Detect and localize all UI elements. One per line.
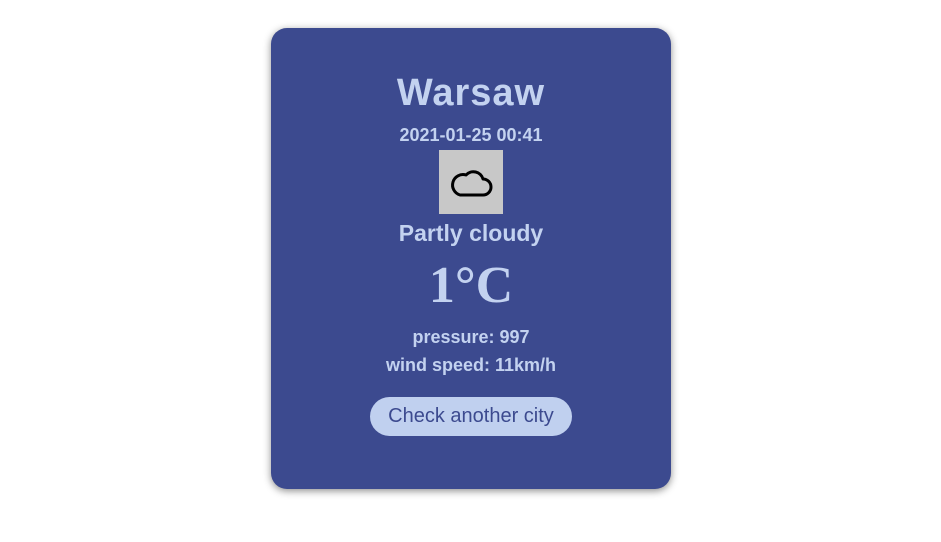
city-name: Warsaw <box>396 72 546 114</box>
weather-condition: Partly cloudy <box>398 220 544 246</box>
check-another-city-button[interactable]: Check another city <box>370 397 572 436</box>
temperature: 1°C <box>428 257 514 314</box>
pressure-text: pressure: 997 <box>412 327 530 347</box>
weather-card: Warsaw 2021-01-25 00:41 Partly cloudy 1°… <box>271 28 671 489</box>
weather-icon-box <box>439 150 503 214</box>
wind-speed-text: wind speed: 11km/h <box>385 355 557 375</box>
date-time: 2021-01-25 00:41 <box>399 125 543 145</box>
cloud-icon <box>451 170 493 197</box>
